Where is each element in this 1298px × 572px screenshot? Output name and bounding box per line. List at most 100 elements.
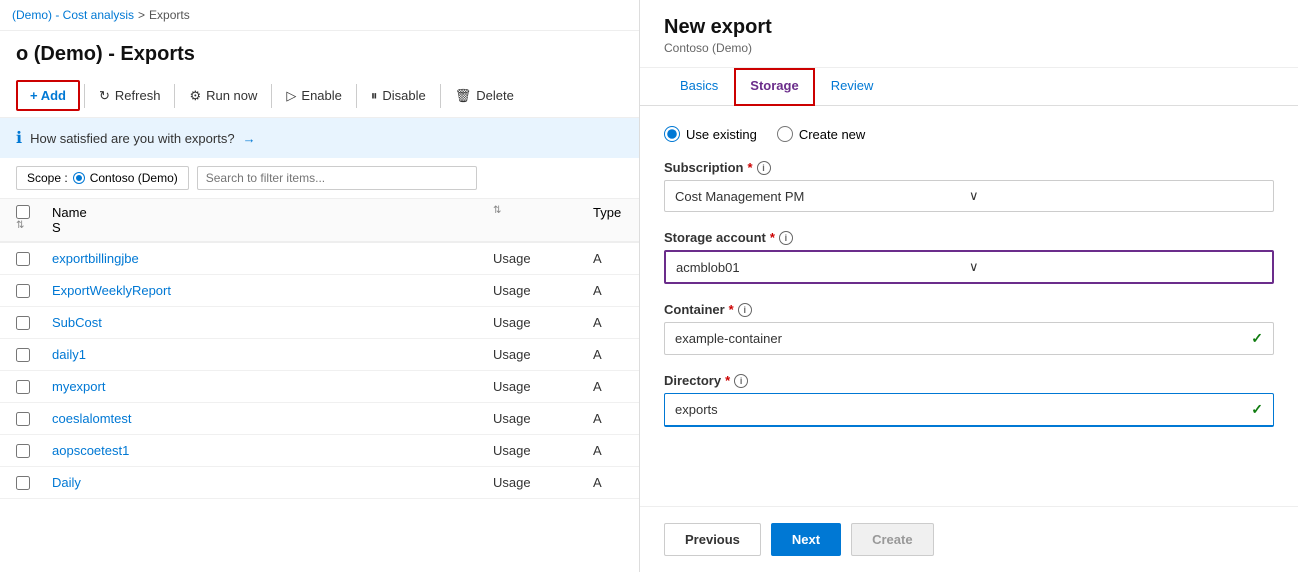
name-sort-icon[interactable]: ⇅ xyxy=(493,205,593,220)
row-checkbox-2[interactable] xyxy=(16,284,30,298)
panel-subtitle: Contoso (Demo) xyxy=(664,41,1274,55)
toolbar-separator-4 xyxy=(356,84,357,108)
container-info-icon[interactable]: i xyxy=(738,303,752,317)
storage-account-dropdown[interactable]: acmblob01 ∨ xyxy=(664,250,1274,284)
export-name-1[interactable]: exportbillingjbe xyxy=(52,251,493,266)
container-required: * xyxy=(729,302,734,317)
scope-row: Scope : Contoso (Demo) xyxy=(0,158,639,199)
export-status-1: A xyxy=(593,251,623,266)
directory-info-icon[interactable]: i xyxy=(734,374,748,388)
export-name-2[interactable]: ExportWeeklyReport xyxy=(52,283,493,298)
dropdown-arrow-icon: ∨ xyxy=(969,188,1263,204)
row-checkbox-3[interactable] xyxy=(16,316,30,330)
toolbar-separator-1 xyxy=(84,84,85,108)
scope-value: Contoso (Demo) xyxy=(90,171,178,185)
container-input-field: ✓ xyxy=(664,322,1274,355)
tab-review[interactable]: Review xyxy=(815,68,890,105)
row-checkbox-6[interactable] xyxy=(16,412,30,426)
panel-footer: Previous Next Create xyxy=(640,506,1298,572)
subscription-label-text: Subscription xyxy=(664,160,743,175)
tabs: Basics Storage Review xyxy=(640,68,1298,106)
export-name-7[interactable]: aopscoetest1 xyxy=(52,443,493,458)
info-arrow-link[interactable]: → xyxy=(243,131,256,146)
storage-account-info-icon[interactable]: i xyxy=(779,231,793,245)
storage-account-value: acmblob01 xyxy=(676,260,969,275)
panel-body: Use existing Create new Subscription * i… xyxy=(640,106,1298,506)
refresh-label: Refresh xyxy=(115,88,161,103)
search-box[interactable] xyxy=(197,166,477,190)
export-status-6: A xyxy=(593,411,623,426)
breadcrumb-exports: Exports xyxy=(149,8,190,22)
export-type-2: Usage xyxy=(493,283,593,298)
export-status-4: A xyxy=(593,347,623,362)
row-checkbox-5[interactable] xyxy=(16,380,30,394)
container-label: Container * i xyxy=(664,302,1274,317)
toolbar-separator-3 xyxy=(271,84,272,108)
breadcrumb-cost-analysis[interactable]: (Demo) - Cost analysis xyxy=(12,8,134,22)
add-button[interactable]: + Add xyxy=(16,80,80,111)
storage-account-label-text: Storage account xyxy=(664,230,766,245)
storage-account-required: * xyxy=(770,230,775,245)
container-field: Container * i ✓ xyxy=(664,302,1274,355)
table-row: exportbillingjbe Usage A xyxy=(0,243,639,275)
table-row: myexport Usage A xyxy=(0,371,639,403)
scope-label: Scope : xyxy=(27,171,68,185)
directory-required: * xyxy=(725,373,730,388)
info-text: How satisfied are you with exports? xyxy=(30,131,234,146)
enable-button[interactable]: ▷ Enable xyxy=(276,82,351,110)
subscription-field: Subscription * i Cost Management PM ∨ xyxy=(664,160,1274,212)
table-row: Daily Usage A xyxy=(0,467,639,499)
table-row: aopscoetest1 Usage A xyxy=(0,435,639,467)
run-now-button[interactable]: ⚙ Run now xyxy=(179,82,267,110)
export-type-1: Usage xyxy=(493,251,593,266)
use-existing-radio[interactable] xyxy=(664,126,680,142)
row-checkbox-7[interactable] xyxy=(16,444,30,458)
tab-storage[interactable]: Storage xyxy=(734,68,814,106)
export-type-7: Usage xyxy=(493,443,593,458)
select-all-checkbox[interactable] xyxy=(16,205,30,219)
create-new-radio[interactable] xyxy=(777,126,793,142)
export-name-3[interactable]: SubCost xyxy=(52,315,493,330)
create-new-option[interactable]: Create new xyxy=(777,126,865,142)
delete-button[interactable]: 🗑 Delete xyxy=(445,82,524,110)
tab-basics[interactable]: Basics xyxy=(664,68,734,105)
delete-label: Delete xyxy=(476,88,514,103)
directory-check-icon: ✓ xyxy=(1251,401,1263,418)
table-row: ExportWeeklyReport Usage A xyxy=(0,275,639,307)
info-icon: ℹ xyxy=(16,128,22,148)
row-checkbox-8[interactable] xyxy=(16,476,30,490)
subscription-info-icon[interactable]: i xyxy=(757,161,771,175)
row-checkbox-1[interactable] xyxy=(16,252,30,266)
toolbar-separator-2 xyxy=(174,84,175,108)
export-name-5[interactable]: myexport xyxy=(52,379,493,394)
export-name-6[interactable]: coeslalomtest xyxy=(52,411,493,426)
export-name-8[interactable]: Daily xyxy=(52,475,493,490)
container-label-text: Container xyxy=(664,302,725,317)
export-name-4[interactable]: daily1 xyxy=(52,347,493,362)
refresh-button[interactable]: ↻ Refresh xyxy=(89,82,170,110)
enable-label: Enable xyxy=(301,88,341,103)
run-now-label: Run now xyxy=(206,88,257,103)
row-checkbox-4[interactable] xyxy=(16,348,30,362)
create-button: Create xyxy=(851,523,933,556)
storage-account-dropdown-arrow-icon: ∨ xyxy=(969,259,1262,275)
scope-badge[interactable]: Scope : Contoso (Demo) xyxy=(16,166,189,190)
storage-account-field: Storage account * i acmblob01 ∨ xyxy=(664,230,1274,284)
directory-input[interactable] xyxy=(675,402,1251,417)
exports-table: Name ⇅ Type ⇅ S exportbillingjbe Usage A… xyxy=(0,199,639,572)
container-input[interactable] xyxy=(675,331,1251,346)
use-existing-option[interactable]: Use existing xyxy=(664,126,757,142)
search-input[interactable] xyxy=(206,171,468,185)
scope-dot-icon xyxy=(74,173,84,183)
right-panel: New export Contoso (Demo) Basics Storage… xyxy=(640,0,1298,572)
subscription-required: * xyxy=(747,160,752,175)
table-row: coeslalomtest Usage A xyxy=(0,403,639,435)
container-check-icon: ✓ xyxy=(1251,330,1263,347)
run-icon: ⚙ xyxy=(189,88,201,104)
next-button[interactable]: Next xyxy=(771,523,841,556)
table-header: Name ⇅ Type ⇅ S xyxy=(0,199,639,243)
previous-button[interactable]: Previous xyxy=(664,523,761,556)
subscription-dropdown[interactable]: Cost Management PM ∨ xyxy=(664,180,1274,212)
disable-button[interactable]: ⏸ Disable xyxy=(361,82,436,110)
type-sort-icon[interactable]: ⇅ xyxy=(16,220,52,235)
